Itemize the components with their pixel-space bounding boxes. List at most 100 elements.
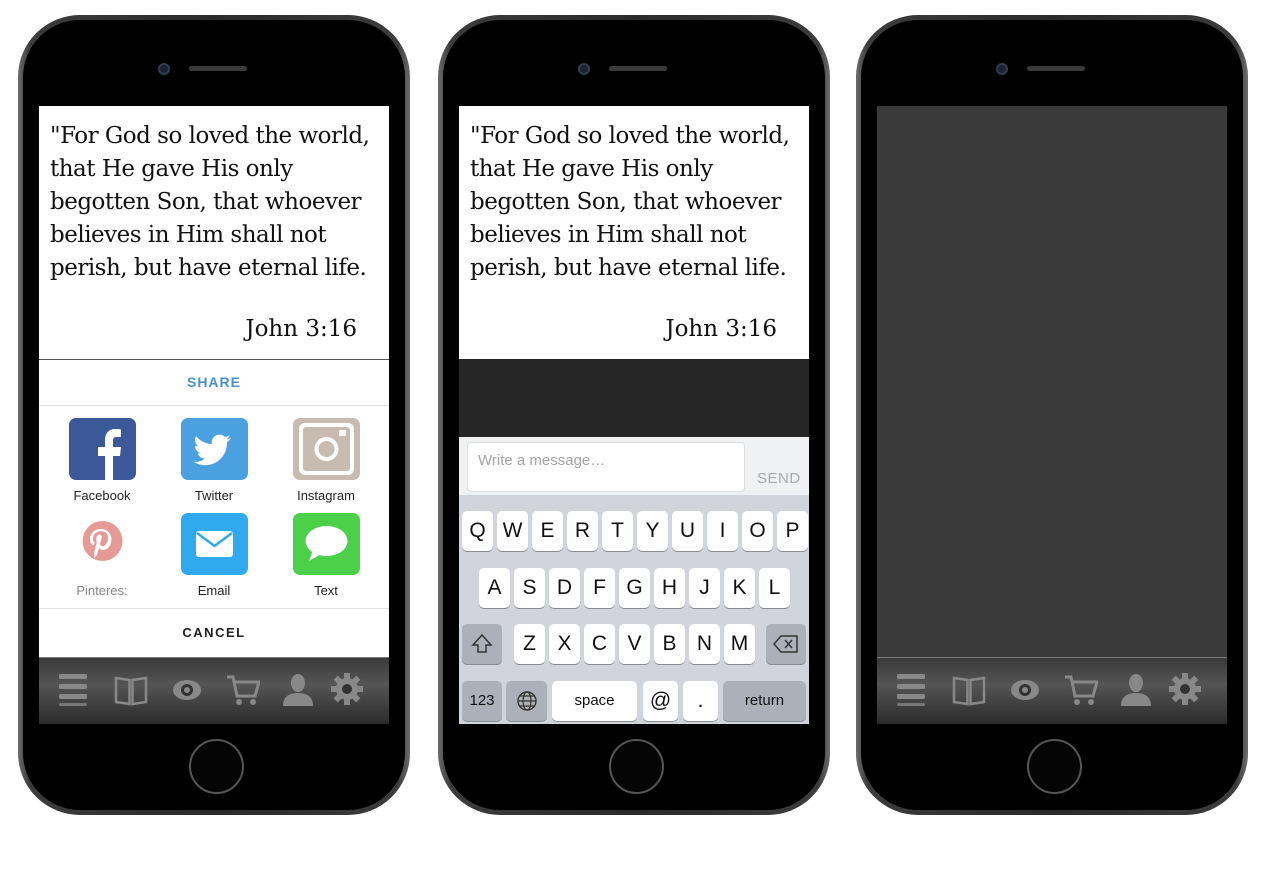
profile-icon[interactable] [1119, 672, 1153, 706]
profile-icon[interactable] [281, 672, 315, 706]
at-key[interactable]: @ [643, 681, 678, 721]
key-k[interactable]: K [724, 568, 755, 608]
share-facebook-button[interactable]: Facebook [47, 418, 157, 503]
share-facebook-label: Facebook [73, 488, 131, 503]
email-icon [180, 513, 248, 575]
book-icon[interactable] [114, 672, 148, 706]
key-q[interactable]: Q [462, 511, 493, 551]
phone-blank-screen [856, 15, 1248, 815]
key-c[interactable]: C [584, 624, 615, 664]
cart-icon[interactable] [226, 672, 261, 706]
backspace-key[interactable] [766, 624, 806, 664]
key-h[interactable]: H [654, 568, 685, 608]
key-l[interactable]: L [759, 568, 790, 608]
share-title: SHARE [39, 360, 389, 406]
key-v[interactable]: V [619, 624, 650, 664]
cancel-button[interactable]: CANCEL [39, 608, 389, 658]
share-instagram-label: Instagram [297, 488, 355, 503]
verse-reference: John 3:16 [245, 316, 357, 342]
message-compose-bar: Write a message… SEND [459, 437, 809, 495]
key-d[interactable]: D [549, 568, 580, 608]
menu-icon[interactable] [895, 672, 929, 706]
message-thread-area [459, 359, 809, 437]
key-p[interactable]: P [777, 511, 808, 551]
key-e[interactable]: E [532, 511, 563, 551]
space-key[interactable]: space [552, 681, 637, 721]
message-input[interactable]: Write a message… [467, 442, 745, 492]
phone-share-screen: "For God so loved the world, that He gav… [18, 15, 410, 815]
key-t[interactable]: T [602, 511, 633, 551]
share-email-button[interactable]: Email [159, 513, 269, 598]
phone-message-screen: "For God so loved the world, that He gav… [438, 15, 830, 815]
instagram-icon [292, 418, 360, 480]
key-b[interactable]: B [654, 624, 685, 664]
numbers-key[interactable]: 123 [462, 681, 502, 721]
phone-body: "For God so loved the world, that He gav… [23, 20, 405, 810]
pinterest-icon [69, 513, 136, 575]
key-f[interactable]: F [584, 568, 615, 608]
key-x[interactable]: X [549, 624, 580, 664]
earpiece-speaker [1027, 66, 1085, 71]
verse-card: "For God so loved the world, that He gav… [459, 106, 809, 359]
shift-arrow-icon [471, 633, 493, 653]
keyboard: Write a message… SEND Q W E R T Y U I O … [459, 437, 809, 724]
share-instagram-button[interactable]: Instagram [271, 418, 381, 503]
key-o[interactable]: O [742, 511, 773, 551]
eye-icon[interactable] [170, 672, 204, 706]
book-icon[interactable] [952, 672, 986, 706]
share-sheet: SHARE Facebook Twitter Instagram Pintere… [39, 359, 389, 657]
return-key[interactable]: return [723, 681, 806, 721]
phone-body [861, 20, 1243, 810]
key-w[interactable]: W [497, 511, 528, 551]
key-s[interactable]: S [514, 568, 545, 608]
backspace-icon [773, 635, 798, 653]
globe-key[interactable] [506, 681, 547, 721]
cart-icon[interactable] [1064, 672, 1099, 706]
settings-gear-icon[interactable] [1168, 672, 1202, 706]
twitter-icon [180, 418, 248, 480]
verse-text: "For God so loved the world, that He gav… [470, 123, 790, 281]
key-i[interactable]: I [707, 511, 738, 551]
bottom-tab-bar [39, 657, 389, 724]
share-email-label: Email [197, 583, 231, 598]
verse-reference: John 3:16 [665, 316, 777, 342]
share-twitter-button[interactable]: Twitter [159, 418, 269, 503]
verse-text: "For God so loved the world, that He gav… [50, 123, 370, 281]
home-button[interactable] [189, 739, 244, 794]
key-j[interactable]: J [689, 568, 720, 608]
earpiece-speaker [189, 66, 247, 71]
empty-content-area [877, 106, 1227, 657]
key-n[interactable]: N [689, 624, 720, 664]
key-u[interactable]: U [672, 511, 703, 551]
key-a[interactable]: A [479, 568, 510, 608]
share-twitter-label: Twitter [194, 488, 234, 503]
front-camera [996, 63, 1008, 75]
earpiece-speaker [609, 66, 667, 71]
shift-key[interactable] [462, 624, 502, 664]
menu-icon[interactable] [57, 672, 91, 706]
send-button[interactable]: SEND [757, 470, 801, 487]
bottom-tab-bar [877, 657, 1227, 724]
screen: "For God so loved the world, that He gav… [39, 106, 389, 724]
front-camera [158, 63, 170, 75]
key-r[interactable]: R [567, 511, 598, 551]
settings-gear-icon[interactable] [330, 672, 364, 706]
dot-key[interactable]: . [683, 681, 718, 721]
key-y[interactable]: Y [637, 511, 668, 551]
home-button[interactable] [1027, 739, 1082, 794]
key-m[interactable]: M [724, 624, 755, 664]
text-message-icon [292, 513, 360, 575]
share-text-button[interactable]: Text [271, 513, 381, 598]
home-button[interactable] [609, 739, 664, 794]
verse-card: "For God so loved the world, that He gav… [39, 106, 389, 359]
screen [877, 106, 1227, 724]
share-pinterest-button[interactable]: Pinteres: [47, 513, 157, 598]
eye-icon[interactable] [1008, 672, 1042, 706]
share-text-label: Text [314, 583, 338, 598]
key-z[interactable]: Z [514, 624, 545, 664]
facebook-icon [68, 418, 136, 480]
screen: "For God so loved the world, that He gav… [459, 106, 809, 724]
globe-icon [516, 691, 537, 711]
key-g[interactable]: G [619, 568, 650, 608]
phone-body: "For God so loved the world, that He gav… [443, 20, 825, 810]
